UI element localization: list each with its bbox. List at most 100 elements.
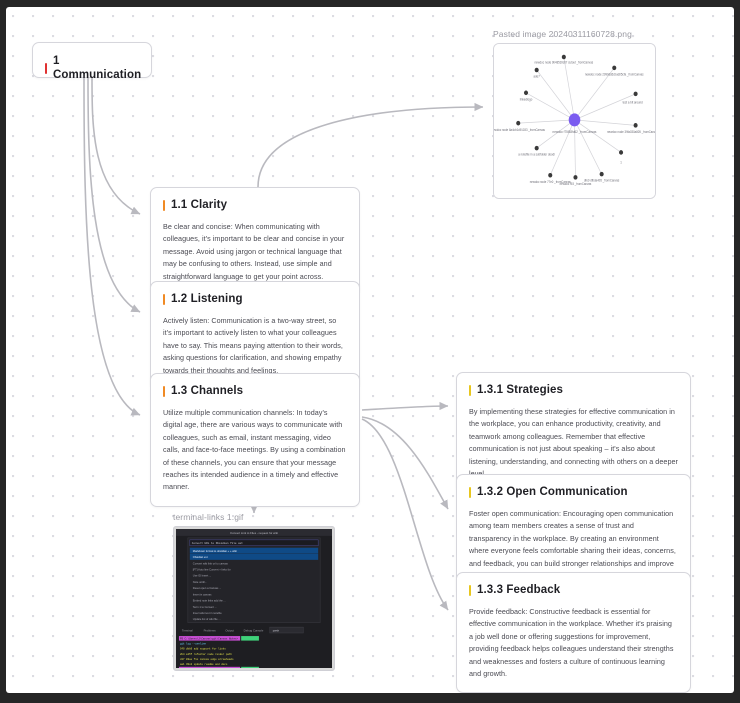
command-palette-item[interactable]: Obsidian ext	[193, 555, 208, 559]
app-window: 1 Communication 1.1 Clarity Be clear and c…	[0, 0, 740, 703]
graph-center-node	[568, 113, 581, 127]
command-palette-item[interactable]: Embed note links add the ...	[193, 599, 226, 603]
graph-edge	[574, 119, 602, 175]
terminal-line: git log --oneline	[180, 642, 206, 646]
graph-edge	[574, 93, 636, 121]
graph-edge	[574, 119, 622, 153]
terminal-line: PS C:\Users\J\Canvas\git\Canvas Notes>	[180, 636, 239, 640]
command-palette-input[interactable]: Convert URL to Obsidian file out	[192, 541, 243, 545]
terminal-gif-card[interactable]: terminal-links 1.gif Convert Link to File…	[173, 512, 335, 671]
graph-node-dot	[548, 172, 553, 178]
graph-node-dot	[534, 67, 539, 73]
edge-1-3-to-1-3-3[interactable]	[361, 418, 449, 611]
edge-1-3-to-1-3-1[interactable]	[361, 401, 449, 411]
pasted-image-card[interactable]: Pasted image 20240311160728.png newdoc no…	[493, 29, 656, 199]
graph-node-dot	[633, 91, 638, 97]
terminal-panel-tab[interactable]: Problems	[204, 629, 217, 633]
node-1-1-clarity[interactable]: 1.1 Clarity Be clear and concise: When co…	[150, 187, 360, 297]
command-palette-item[interactable]: [FT] Auto line Convert + links for	[193, 568, 231, 572]
node-body-text: By implementing these strategies for eff…	[469, 407, 678, 478]
graph-node-dot	[573, 175, 578, 180]
graph-edge	[549, 119, 575, 176]
graph-node-dot	[561, 54, 566, 60]
accent-bar-icon	[469, 384, 471, 396]
terminal-panel-tab[interactable]: Terminal	[182, 629, 193, 633]
edge-1-to-1-2[interactable]	[87, 77, 141, 313]
graph-node-label: a notefile in a subfolder doodr	[518, 153, 555, 157]
accent-bar-icon	[469, 584, 471, 596]
node-title-text: 1.3.3 Feedback	[477, 584, 561, 596]
graph-node-label: dfe0 dfbda4b5 _fromCanvas	[584, 179, 620, 183]
graph-edge	[574, 119, 576, 178]
command-palette-item[interactable]: Insert wiki text in notefile	[193, 611, 222, 615]
graph-node-label: linkedlogo	[520, 97, 533, 101]
graph-edge	[536, 119, 575, 149]
graph-node-label: newdoc node 39fa030a805 _fromCanvas	[607, 130, 655, 134]
node-1-3-3-feedback[interactable]: 1.3.3 Feedback Provide feedback: Construc…	[456, 572, 691, 693]
media-card-label: terminal-links 1.gif	[173, 512, 244, 522]
graph-node-dot	[516, 120, 521, 126]
node-body-text: Actively listen: Communication is a two-…	[163, 316, 343, 375]
accent-bar-icon	[163, 293, 165, 305]
terminal-title: Convert Link to Files - request for wiki	[230, 531, 278, 535]
node-title-text: 1.2 Listening	[171, 293, 243, 305]
command-palette-item[interactable]: Note untitl...	[193, 580, 207, 584]
terminal-panel-tab[interactable]: Output	[225, 629, 234, 633]
node-title: 1.2 Listening	[163, 292, 347, 306]
graph-edge	[536, 69, 575, 121]
node-title-text: 1.1 Clarity	[171, 199, 228, 211]
command-palette-item[interactable]: Reset open a Canvas ...	[193, 586, 222, 590]
accent-bar-icon	[163, 199, 165, 211]
accent-bar-icon	[45, 62, 47, 74]
command-palette-item[interactable]: Update list of wiki file ...	[193, 617, 221, 621]
terminal-line: 9f0 dbb9 add support for links	[180, 647, 226, 651]
accent-bar-icon	[469, 486, 471, 498]
command-palette-item[interactable]: Markdown format to obsidian + + wiki	[193, 549, 237, 553]
node-title-text: 1.3 Channels	[171, 385, 244, 397]
graph-center-label: newdoc f75f38fd62 _fromCanvas	[553, 130, 597, 134]
shell-select[interactable]: pwsh	[273, 629, 280, 633]
graph-node-label: 1	[620, 160, 622, 164]
terminal-gif-thumbnail[interactable]: Convert Link to Files - request for wiki…	[173, 526, 335, 671]
node-1-communication[interactable]: 1 Communication	[32, 42, 152, 81]
graph-edge	[574, 119, 636, 126]
node-body-text: Be clear and concise: When communicating…	[163, 222, 345, 281]
terminal-render: Convert Link to Files - request for wiki…	[176, 529, 332, 668]
node-title-text: 1.3.2 Open Communication	[477, 486, 628, 498]
terminal-line: PS C:\Users\J\Canvas\git\Canvas Notes>	[180, 667, 239, 668]
graph-edge	[518, 119, 575, 124]
node-title-text: 1.3.1 Strategies	[477, 384, 563, 396]
edge-1-to-1-1[interactable]	[91, 77, 141, 215]
node-title: 1.1 Clarity	[163, 198, 347, 212]
node-title-text: 1 Communication	[53, 55, 142, 81]
node-body-text: Utilize multiple communication channels:…	[163, 408, 346, 492]
edge-1-1-to-image[interactable]	[257, 102, 484, 188]
node-title: 1.3.3 Feedback	[469, 583, 678, 597]
graph-view-thumbnail[interactable]: newdoc node 9b48539c67 cutout _fromCanva…	[493, 43, 656, 199]
terminal-screen: Convert Link to Files - request for wiki…	[176, 529, 332, 668]
command-palette-item[interactable]: Convert wiki link url to canvas	[193, 561, 229, 565]
graph-node-dot	[599, 171, 604, 177]
graph-node-dot	[619, 150, 624, 155]
terminal-panel-tab[interactable]: Debug Console	[244, 629, 264, 633]
command-palette-item[interactable]: Use ID Insert ...	[193, 574, 212, 578]
graph-node-label: ade7	[534, 74, 541, 78]
node-1-3-channels[interactable]: 1.3 Channels Utilize multiple communicati…	[150, 373, 360, 507]
graph-node-label: newdoc node 8a4cb1d91033 _fromCanvas	[494, 128, 545, 132]
node-title: 1.3.1 Strategies	[469, 383, 678, 397]
edge-1-to-1-3[interactable]	[83, 77, 141, 416]
terminal-line: 2b4 a15f refactor node render path	[180, 652, 232, 656]
command-palette-item[interactable]: Term 1 to Convert ...	[193, 605, 217, 609]
node-title: 1 Communication	[45, 54, 142, 82]
edge-1-3-to-1-3-2[interactable]	[361, 416, 449, 510]
infinite-canvas[interactable]: 1 Communication 1.1 Clarity Be clear and c…	[6, 7, 734, 693]
graph-edge	[563, 56, 575, 120]
media-card-label: Pasted image 20240311160728.png	[493, 29, 632, 39]
command-palette-item[interactable]: Insert in canvas	[193, 592, 212, 596]
graph-edge	[525, 92, 575, 121]
graph-node-dot	[612, 65, 617, 71]
graph-node-label: newdoc node 9b48539c67 cutout _fromCanva…	[534, 60, 593, 64]
graph-node-label: newdoc node 2990da5cbad05cfa _fromCanvas	[585, 72, 644, 76]
node-body-text: Provide feedback: Constructive feedback …	[469, 607, 674, 679]
node-title: 1.3 Channels	[163, 384, 347, 398]
